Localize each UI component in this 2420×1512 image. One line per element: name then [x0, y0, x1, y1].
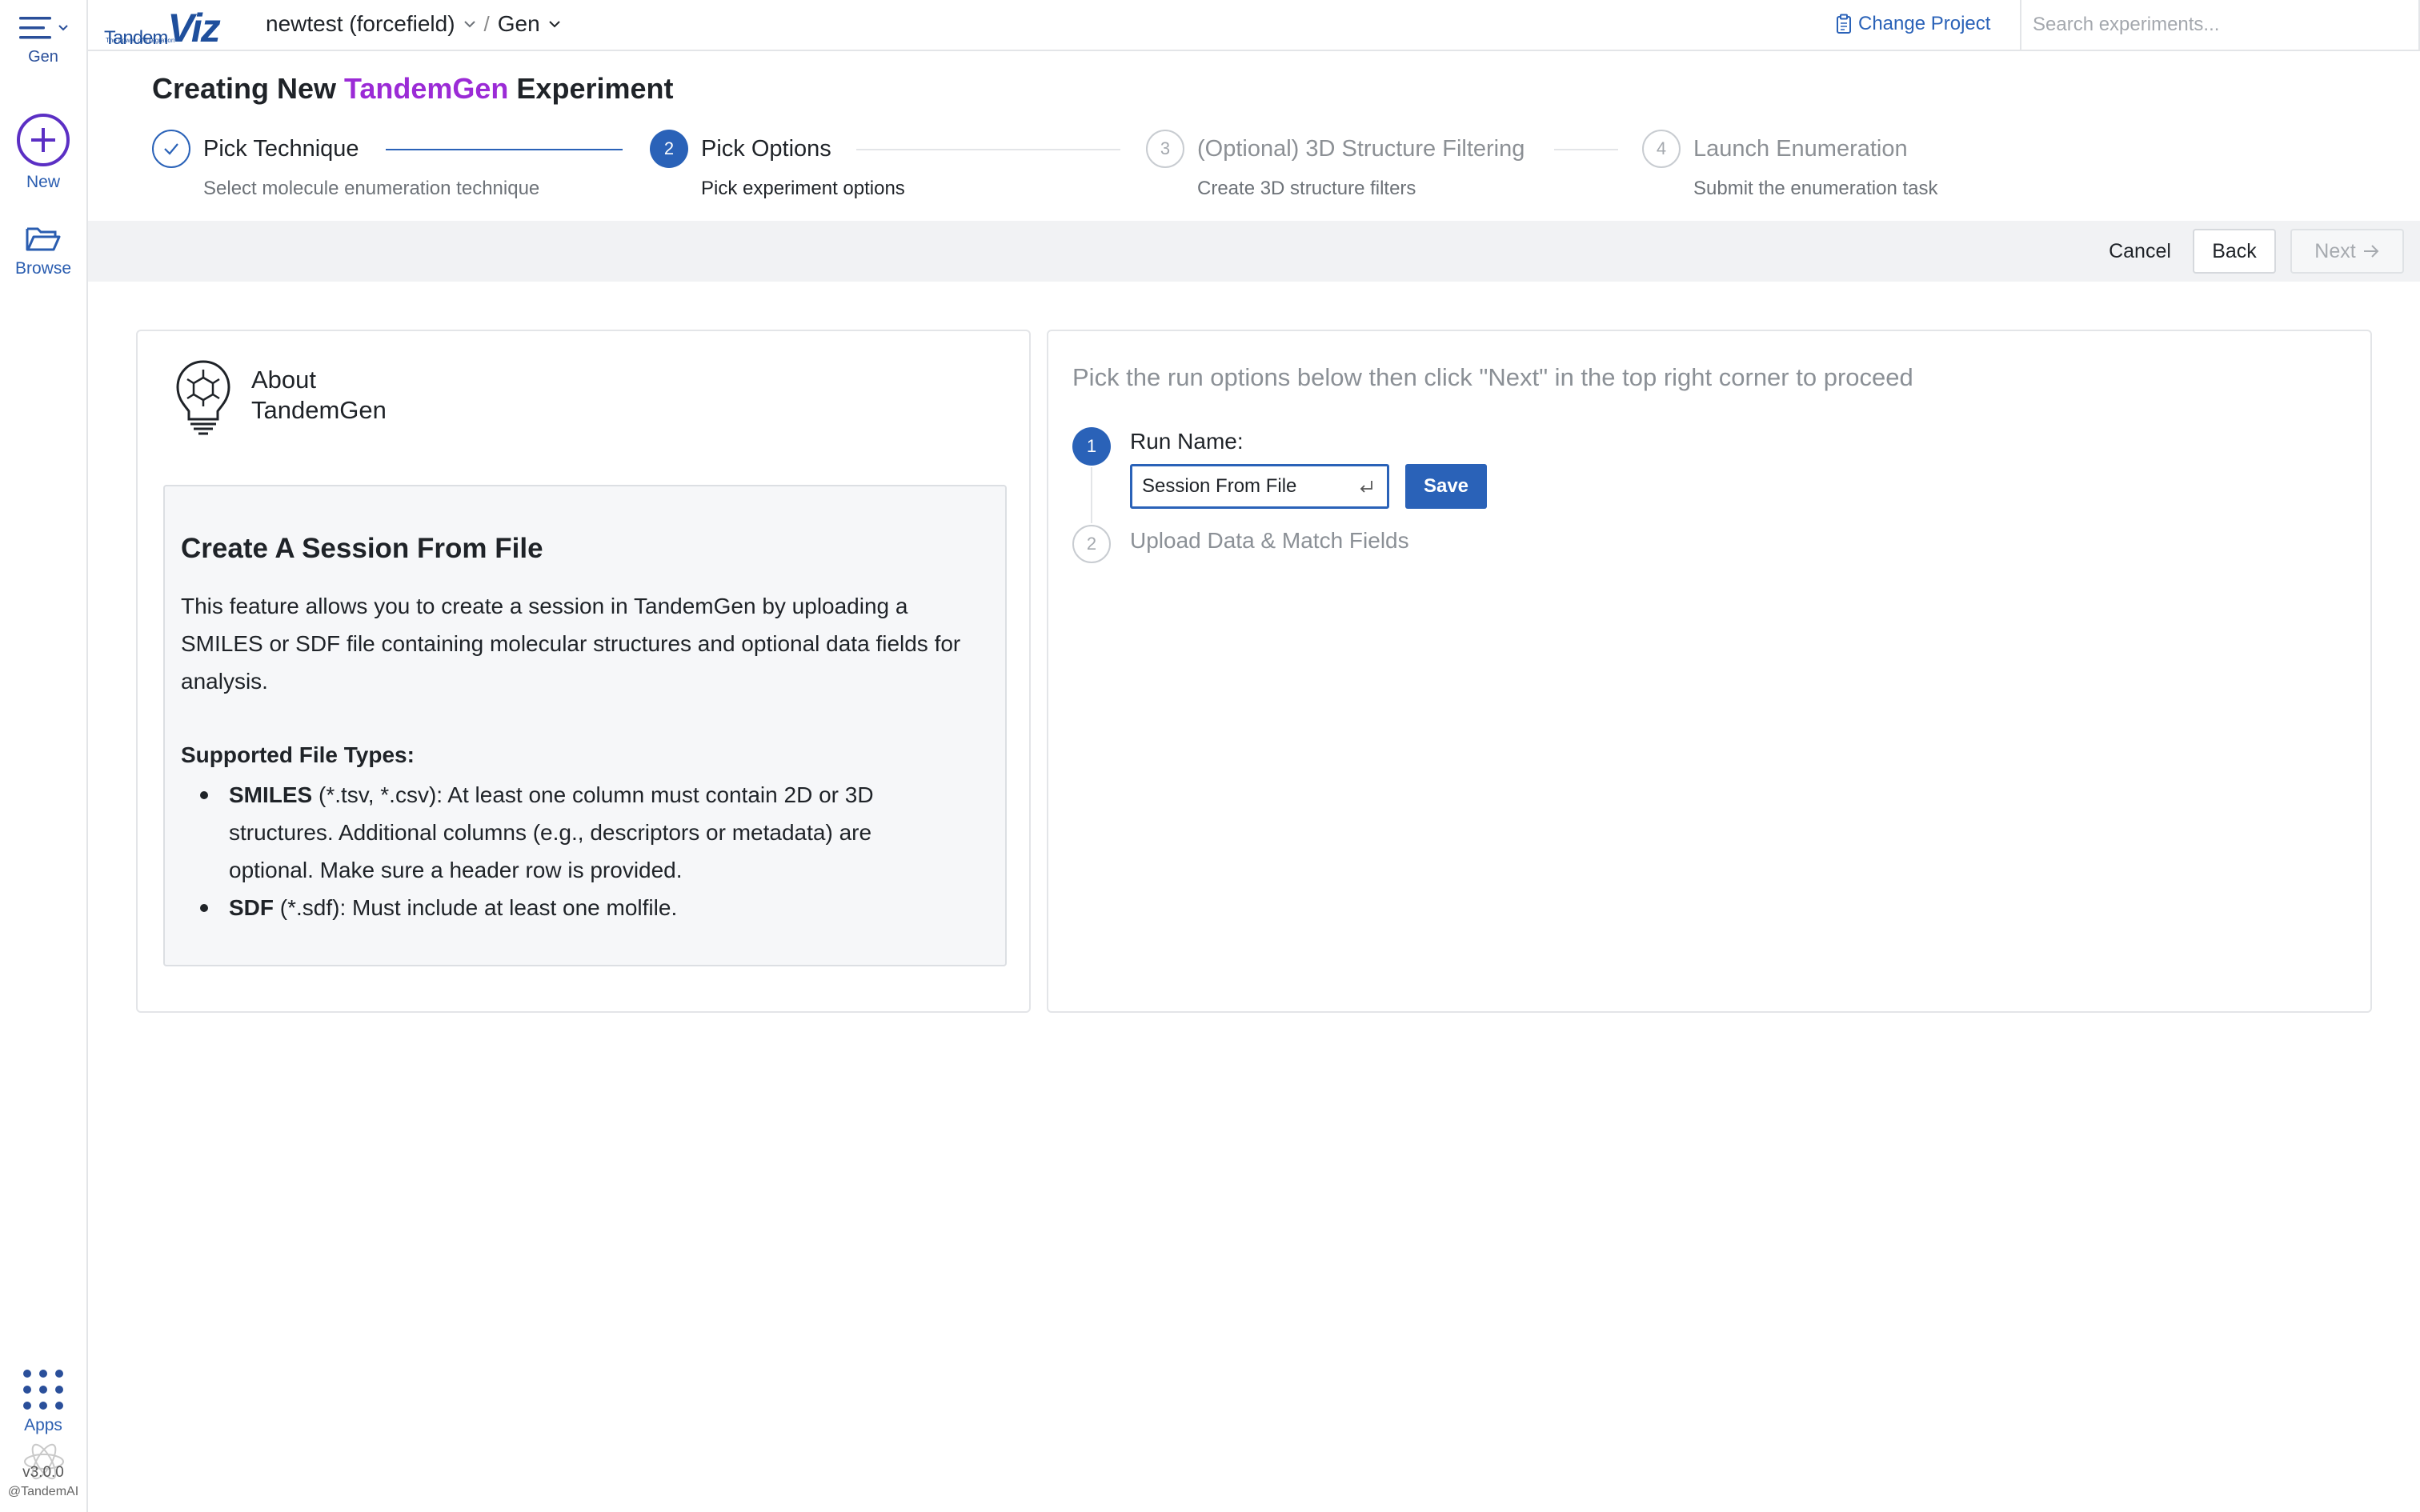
logo-tagline: The power of integration [106, 37, 175, 44]
options-hint: Pick the run options below then click "N… [1072, 363, 1913, 391]
list-item: SDF (*.sdf): Must include at least one m… [200, 889, 949, 926]
step-title: (Optional) 3D Structure Filtering [1197, 136, 1525, 162]
option-step-connector [1091, 467, 1092, 523]
browse-button[interactable]: Browse [0, 222, 86, 278]
folder-open-icon [26, 227, 61, 251]
card-body: This feature allows you to create a sess… [181, 594, 961, 694]
step-description: Pick experiment options [701, 178, 905, 199]
file-type-detail: (*.sdf): Must include at least one molfi… [274, 895, 678, 920]
about-title-line1: About [251, 366, 317, 394]
new-label: New [26, 173, 60, 191]
step-connector [856, 149, 1120, 150]
chevron-down-icon [58, 25, 68, 31]
save-button[interactable]: Save [1405, 464, 1487, 509]
list-item: SMILES (*.tsv, *.csv): At least one colu… [200, 776, 949, 889]
apps-button[interactable]: Apps [0, 1368, 86, 1435]
about-card: Create A Session From File This feature … [163, 485, 1007, 966]
apps-label: Apps [24, 1416, 62, 1434]
project-selector[interactable]: newtest (forcefield) [266, 11, 476, 37]
step-title: Pick Technique [203, 136, 359, 162]
title-suffix: Experiment [508, 72, 674, 105]
run-name-label: Run Name: [1130, 429, 1244, 454]
step-connector [386, 149, 623, 150]
title-prefix: Creating New [152, 72, 345, 105]
module-menu-button[interactable]: Gen [0, 14, 86, 66]
step-description: Select molecule enumeration technique [203, 178, 540, 199]
enter-key-icon [1360, 481, 1372, 493]
experiment-search [2020, 0, 2420, 50]
wizard-action-bar: Cancel Back Next [88, 221, 2420, 282]
search-input[interactable] [2021, 0, 2418, 50]
step-description: Create 3D structure filters [1197, 178, 1416, 199]
top-bar: Tandem Viz The power of integration newt… [88, 0, 2420, 51]
about-panel: About TandemGen Create A Session From Fi… [136, 330, 1031, 1013]
step-number: 2 [650, 130, 688, 168]
chevron-down-icon [463, 21, 475, 28]
tandemviz-logo[interactable]: Tandem Viz The power of integration [104, 3, 221, 50]
step-number: 3 [1146, 130, 1184, 168]
file-type-name: SMILES [229, 782, 313, 807]
module-menu-label: Gen [28, 48, 58, 66]
card-heading: Create A Session From File [181, 533, 543, 564]
change-project-link[interactable]: Change Project [1836, 13, 1990, 35]
logo-accent: Viz [167, 6, 220, 50]
step-connector [1554, 149, 1618, 150]
about-title: About TandemGen [251, 365, 387, 426]
next-label: Next [2314, 239, 2356, 262]
run-name-input[interactable] [1132, 475, 1332, 498]
step-number: 4 [1642, 130, 1681, 168]
browse-label: Browse [14, 259, 72, 278]
title-brand: TandemGen [344, 72, 509, 105]
option-step-number: 1 [1072, 427, 1111, 466]
page-title: Creating New TandemGen Experiment [152, 72, 674, 106]
run-options-panel: Pick the run options below then click "N… [1047, 330, 2372, 1013]
plus-circle-icon [17, 114, 70, 166]
breadcrumb: newtest (forcefield) / Gen [266, 11, 561, 37]
file-type-list: SMILES (*.tsv, *.csv): At least one colu… [200, 776, 949, 926]
step-title: Launch Enumeration [1693, 136, 1908, 162]
next-button[interactable]: Next [2290, 229, 2404, 274]
copyright-text: @TandemAI [7, 1485, 79, 1498]
apps-grid-icon [23, 1370, 63, 1410]
upload-data-step-label[interactable]: Upload Data & Match Fields [1130, 528, 1409, 554]
change-project-label: Change Project [1858, 13, 1991, 34]
app-version: v3.0.0 [22, 1464, 64, 1481]
step-description: Submit the enumeration task [1693, 178, 1938, 199]
supported-types-heading: Supported File Types: [181, 742, 415, 767]
chevron-down-icon [549, 21, 560, 28]
arrow-right-icon [2363, 245, 2379, 258]
wizard-stepper: Pick Technique Select molecule enumerati… [152, 130, 2041, 210]
step-title: Pick Options [701, 136, 831, 162]
about-title-line2: TandemGen [251, 396, 387, 424]
lightbulb-molecule-icon [176, 360, 230, 435]
hamburger-icon [19, 17, 51, 39]
breadcrumb-separator: / [483, 11, 490, 36]
back-button[interactable]: Back [2193, 229, 2276, 274]
project-name: newtest (forcefield) [266, 11, 455, 36]
new-experiment-button[interactable]: New [0, 112, 86, 192]
clipboard-icon [1837, 14, 1851, 34]
run-name-field [1130, 464, 1389, 509]
left-nav-rail: Gen New Browse Apps v3.0.0 @TandemAI [0, 0, 88, 1512]
option-step-number: 2 [1072, 525, 1111, 563]
cancel-button[interactable]: Cancel [2084, 229, 2196, 274]
step-check-icon [152, 130, 190, 168]
module-selector[interactable]: Gen [498, 11, 561, 37]
file-type-detail: (*.tsv, *.csv): At least one column must… [229, 782, 874, 882]
module-name: Gen [497, 11, 540, 36]
file-type-name: SDF [229, 895, 274, 920]
